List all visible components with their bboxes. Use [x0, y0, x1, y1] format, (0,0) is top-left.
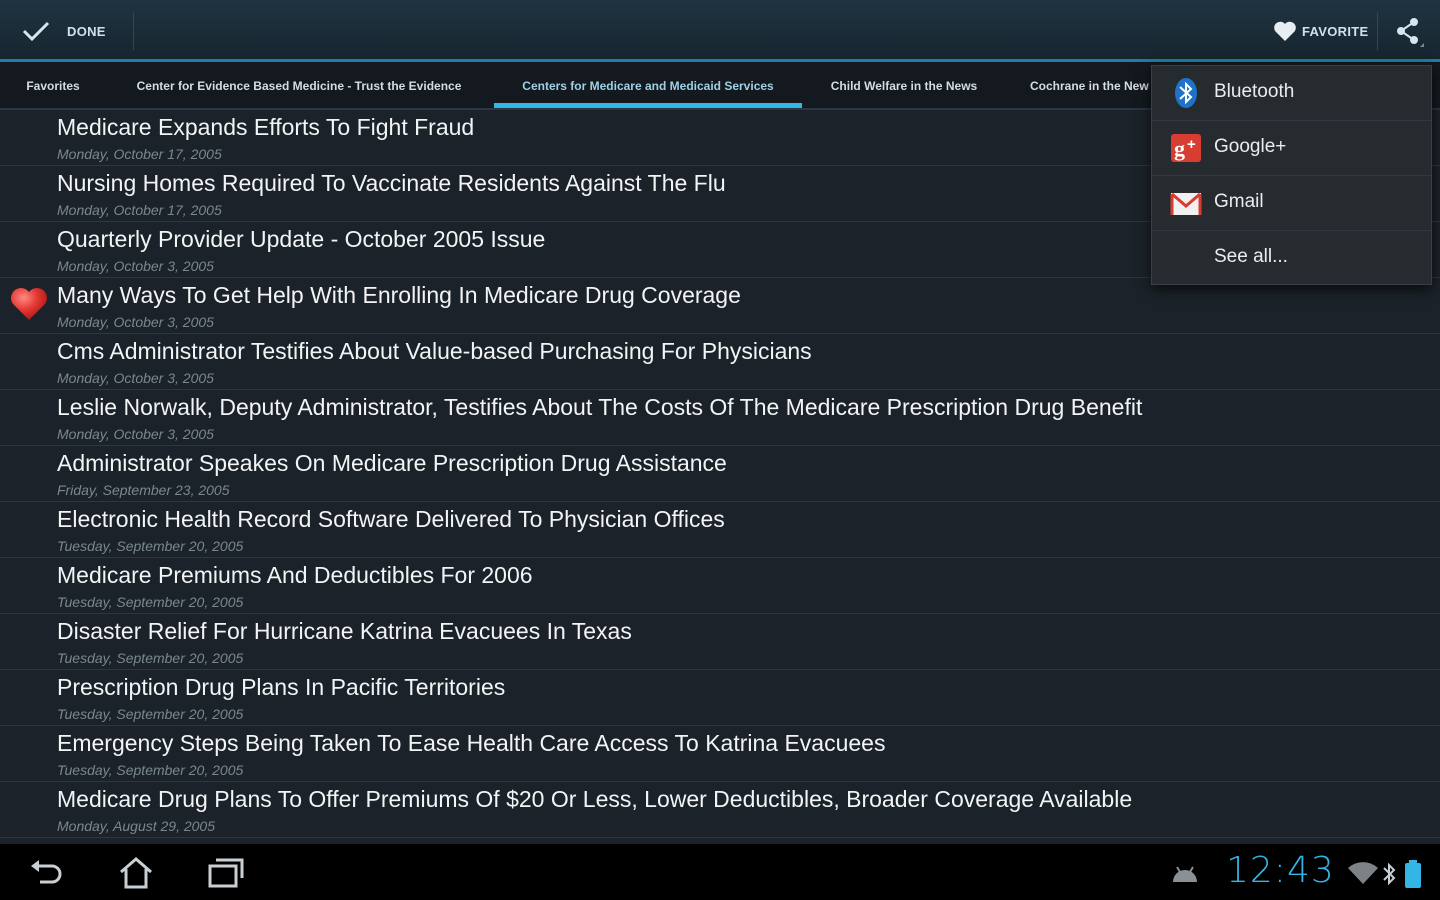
wifi-icon [1348, 862, 1378, 884]
article-date: Monday, August 29, 2005 [57, 818, 215, 834]
active-tab-indicator [494, 103, 802, 108]
tab-label: Center for Evidence Based Medicine - Tru… [136, 79, 462, 93]
list-item[interactable]: Leslie Norwalk, Deputy Administrator, Te… [0, 390, 1440, 446]
article-title: Disaster Relief For Hurricane Katrina Ev… [57, 618, 632, 644]
bluetooth-icon [1175, 78, 1197, 108]
battery-icon [1405, 860, 1421, 888]
list-item[interactable]: Medicare Drug Plans To Offer Premiums Of… [0, 782, 1440, 838]
action-bar-divider [1377, 12, 1378, 50]
checkmark-icon [22, 21, 50, 42]
list-item[interactable]: Disaster Relief For Hurricane Katrina Ev… [0, 614, 1440, 670]
article-title: Cms Administrator Testifies About Value-… [57, 338, 812, 364]
list-item[interactable]: Medicare Premiums And Deductibles For 20… [0, 558, 1440, 614]
favorite-heart-icon [11, 288, 47, 320]
svg-text:+: + [1187, 136, 1196, 153]
article-title: Many Ways To Get Help With Enrolling In … [57, 282, 741, 308]
tab-center-for-evidence-based-medicine[interactable]: Center for Evidence Based Medicine - Tru… [112, 62, 486, 108]
tab-label: Child Welfare in the News [830, 79, 978, 93]
android-notification-icon[interactable] [1170, 864, 1200, 884]
action-bar-divider [133, 12, 134, 50]
share-option-label: See all... [1214, 246, 1288, 267]
tab-label: Cochrane in the New [1030, 79, 1149, 93]
tab-favorites[interactable]: Favorites [8, 62, 98, 108]
recent-apps-icon[interactable] [206, 856, 246, 890]
tab-label: Centers for Medicare and Medicaid Servic… [522, 79, 774, 93]
gmail-icon [1170, 192, 1202, 215]
article-date: Tuesday, September 20, 2005 [57, 538, 244, 554]
list-item[interactable]: Prescription Drug Plans In Pacific Terri… [0, 670, 1440, 726]
article-date: Tuesday, September 20, 2005 [57, 650, 244, 666]
article-title: Medicare Drug Plans To Offer Premiums Of… [57, 786, 1133, 812]
list-item[interactable]: Cms Administrator Testifies About Value-… [0, 334, 1440, 390]
article-date: Monday, October 3, 2005 [57, 426, 214, 442]
done-button[interactable]: DONE [0, 0, 132, 59]
back-icon[interactable] [28, 856, 66, 890]
article-date: Monday, October 3, 2005 [57, 370, 214, 386]
article-date: Tuesday, September 20, 2005 [57, 706, 244, 722]
google-plus-icon: g + [1171, 134, 1201, 162]
share-option-label: Bluetooth [1214, 81, 1295, 102]
home-icon[interactable] [117, 856, 155, 890]
share-option-gmail[interactable]: Gmail [1152, 176, 1431, 231]
list-item[interactable]: Many Ways To Get Help With Enrolling In … [0, 278, 1440, 334]
article-title: Administrator Speakes On Medicare Prescr… [57, 450, 727, 476]
share-option-label: Google+ [1214, 136, 1287, 157]
share-option-bluetooth[interactable]: Bluetooth [1152, 66, 1431, 121]
article-title: Emergency Steps Being Taken To Ease Heal… [57, 730, 886, 756]
done-label: DONE [67, 24, 106, 39]
svg-text:g: g [1174, 136, 1185, 161]
share-popup-menu: Bluetooth g + Google+ Gmail See all... [1151, 65, 1432, 285]
list-item[interactable]: Electronic Health Record Software Delive… [0, 502, 1440, 558]
article-date: Tuesday, September 20, 2005 [57, 594, 244, 610]
article-title: Quarterly Provider Update - October 2005… [57, 226, 546, 252]
tab-label: Favorites [26, 79, 80, 93]
article-title: Medicare Premiums And Deductibles For 20… [57, 562, 533, 588]
article-title: Medicare Expands Efforts To Fight Fraud [57, 114, 475, 140]
bluetooth-status-icon [1383, 862, 1396, 886]
share-option-label: Gmail [1214, 191, 1264, 212]
article-title: Electronic Health Record Software Delive… [57, 506, 725, 532]
favorite-label: FAVORITE [1302, 24, 1369, 39]
article-title: Leslie Norwalk, Deputy Administrator, Te… [57, 394, 1143, 420]
heart-icon [1274, 21, 1296, 41]
share-button[interactable] [1380, 0, 1440, 59]
share-option-see-all[interactable]: See all... [1152, 231, 1431, 285]
article-title: Prescription Drug Plans In Pacific Terri… [57, 674, 506, 700]
article-date: Monday, October 17, 2005 [57, 146, 222, 162]
tab-child-welfare[interactable]: Child Welfare in the News [812, 62, 996, 108]
system-bar: 12:43 [0, 844, 1440, 900]
article-title: Nursing Homes Required To Vaccinate Resi… [57, 170, 726, 196]
list-item[interactable]: Administrator Speakes On Medicare Prescr… [0, 446, 1440, 502]
tab-centers-for-medicare[interactable]: Centers for Medicare and Medicaid Servic… [494, 62, 802, 108]
share-icon [1397, 18, 1424, 47]
share-option-google-plus[interactable]: g + Google+ [1152, 121, 1431, 176]
action-bar: DONE FAVORITE [0, 0, 1440, 62]
article-date: Monday, October 17, 2005 [57, 202, 222, 218]
list-item[interactable]: Emergency Steps Being Taken To Ease Heal… [0, 726, 1440, 782]
favorite-button[interactable]: FAVORITE [1262, 0, 1376, 59]
clock[interactable]: 12:43 [1226, 850, 1335, 891]
article-date: Friday, September 23, 2005 [57, 482, 230, 498]
article-date: Tuesday, September 20, 2005 [57, 762, 244, 778]
article-date: Monday, October 3, 2005 [57, 258, 214, 274]
article-date: Monday, October 3, 2005 [57, 314, 214, 330]
tab-cochrane[interactable]: Cochrane in the New [1008, 62, 1168, 108]
